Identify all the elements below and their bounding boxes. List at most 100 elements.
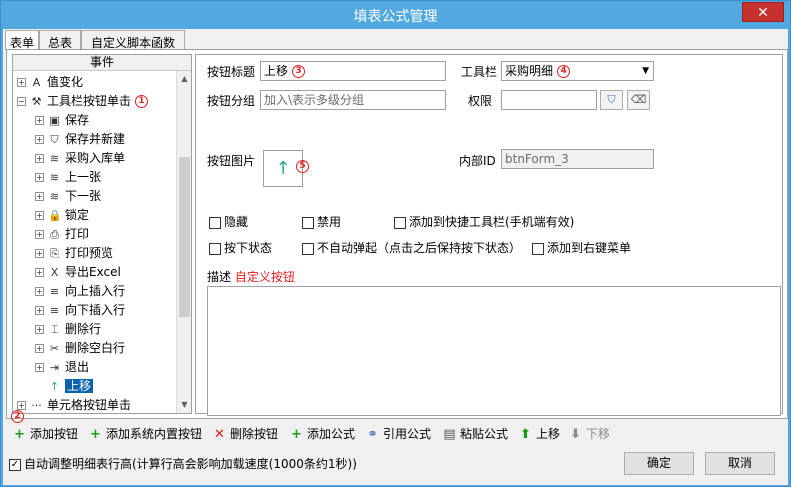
scroll-thumb[interactable] xyxy=(179,157,190,317)
eraser-icon: ⌫ xyxy=(630,93,647,106)
checkbox-box[interactable] xyxy=(209,216,221,229)
tree-item[interactable]: + ≋ 下一张 xyxy=(35,187,101,206)
plus-icon: + xyxy=(90,427,101,442)
hide-checkbox[interactable]: 隐藏 xyxy=(209,213,248,230)
expander-icon[interactable]: + xyxy=(35,230,44,239)
expander-icon[interactable]: + xyxy=(35,306,44,315)
toolbar-button[interactable]: ⬇ 下移 xyxy=(569,425,610,442)
chevron-down-icon[interactable]: ▼ xyxy=(642,62,649,80)
marker-1: 1 xyxy=(135,95,149,108)
title-bar[interactable]: 填表公式管理 ✕ xyxy=(1,1,790,29)
tree-item[interactable]: + ▣ 保存 xyxy=(35,111,89,130)
toolbar-button-label: 添加系统内置按钮 xyxy=(106,427,203,441)
tree-item[interactable]: − ⚒ 工具栏按钮单击 1 xyxy=(17,92,149,111)
toolbar-button[interactable]: ⬆ 上移 xyxy=(519,425,560,442)
checkbox-box[interactable] xyxy=(532,242,544,255)
context-menu-checkbox[interactable]: 添加到右键菜单 xyxy=(532,239,631,256)
checkbox-box[interactable] xyxy=(209,242,221,255)
expander-icon[interactable]: + xyxy=(35,268,44,277)
toolbar-button-label: 下移 xyxy=(586,427,611,441)
ok-button[interactable]: 确定 xyxy=(624,452,694,475)
cancel-button[interactable]: 取消 xyxy=(705,452,775,475)
scroll-up-arrow-icon[interactable]: ▲ xyxy=(177,71,191,87)
tree-item[interactable]: + ⎘ 打印预览 xyxy=(35,244,113,263)
tab-summary[interactable]: 总表 xyxy=(39,30,81,50)
tree-item-label: 上移 xyxy=(65,379,94,393)
scroll-down-arrow-icon[interactable]: ▼ xyxy=(177,397,191,413)
expander-icon[interactable]: + xyxy=(17,401,26,410)
button-title-input[interactable]: 上移 3 xyxy=(260,61,446,81)
expander-icon[interactable]: + xyxy=(35,192,44,201)
expander-icon[interactable]: + xyxy=(35,249,44,258)
plus-icon: + xyxy=(291,427,302,442)
expander-icon[interactable]: + xyxy=(17,78,26,87)
tree-item[interactable]: + ⛉ 保存并新建 xyxy=(35,130,125,149)
toolbar-button[interactable]: + 添加按钮 xyxy=(13,425,78,442)
tree-item[interactable]: + ≋ 采购入库单 xyxy=(35,149,125,168)
expander-icon[interactable]: + xyxy=(35,135,44,144)
button-title-label: 按钮标题 xyxy=(207,65,256,79)
expander-icon[interactable]: + xyxy=(35,363,44,372)
tree-item-label: 保存 xyxy=(65,113,90,127)
tree-item[interactable]: + ⎙ 打印 xyxy=(35,225,89,244)
tree-item[interactable]: + A 值变化 xyxy=(17,73,83,92)
tree-item[interactable]: + ✂ 删除空白行 xyxy=(35,339,125,358)
tree-item-label: 向下插入行 xyxy=(65,303,126,317)
toolbar-button[interactable]: + 添加系统内置按钮 xyxy=(89,425,202,442)
tree-item[interactable]: + ≡ 向上插入行 xyxy=(35,282,125,301)
insert-row-down-icon: ≡ xyxy=(49,304,60,317)
shield-button[interactable]: ⛉ xyxy=(600,90,623,110)
expander-icon[interactable]: + xyxy=(35,116,44,125)
expander-icon[interactable]: + xyxy=(35,325,44,334)
expander-icon[interactable]: + xyxy=(35,211,44,220)
expander-icon[interactable]: + xyxy=(35,173,44,182)
permission-label: 权限 xyxy=(468,94,493,108)
event-tree: 事件 + A 值变化 − ⚒ 工具栏按钮单击 1 + ▣ 保存 + ⛉ 保存并新建 + ≋ 采购入库单 + ≋ 上一… xyxy=(12,54,192,414)
tree-item-label: 删除空白行 xyxy=(65,341,126,355)
auto-row-height-checkbox[interactable]: ✓ 自动调整明细表行高(计算行高会影响加载速度(1000条约1秒)) xyxy=(9,455,357,472)
tree-item[interactable]: + ≡ 向下插入行 xyxy=(35,301,125,320)
checkbox-box[interactable] xyxy=(302,242,314,255)
scissors-icon: ✂ xyxy=(49,342,60,355)
toolbar-button[interactable]: ✕ 删除按钮 xyxy=(213,425,278,442)
group-input[interactable]: 加入\表示多级分组 xyxy=(260,90,446,110)
expander-icon[interactable]: + xyxy=(35,154,44,163)
arrow-up-icon: ↑ xyxy=(275,158,291,179)
tree-item[interactable]: + ≋ 上一张 xyxy=(35,168,101,187)
toolbar-button[interactable]: ▤ 粘贴公式 xyxy=(443,425,508,442)
permission-input[interactable] xyxy=(501,90,597,110)
toolbar-button-label: 引用公式 xyxy=(383,427,432,441)
expander-icon[interactable] xyxy=(35,382,44,391)
description-label: 描述 自定义按钮 xyxy=(207,270,295,284)
expander-icon[interactable]: − xyxy=(17,97,26,106)
tree-item[interactable]: + X 导出Excel xyxy=(35,263,121,282)
checkbox-box[interactable] xyxy=(302,216,314,229)
expander-icon[interactable]: + xyxy=(35,344,44,353)
tree-item[interactable]: + ··· 单元格按钮单击 xyxy=(17,396,131,413)
toolbar-button[interactable]: ⚭ 引用公式 xyxy=(366,425,431,442)
description-textarea[interactable] xyxy=(207,286,781,416)
tree-scrollbar[interactable]: ▲ ▼ xyxy=(176,71,191,413)
toolbar-select[interactable]: 采购明细 4 ▼ xyxy=(501,61,654,81)
tree-item[interactable]: + ⌶ 删除行 xyxy=(35,320,101,339)
tree-item[interactable]: ↑ 上移 xyxy=(35,377,94,396)
pressed-state-checkbox[interactable]: 按下状态 xyxy=(209,239,272,256)
tree-item[interactable]: + 🔒 锁定 xyxy=(35,206,89,225)
tab-form[interactable]: 表单 xyxy=(5,30,39,50)
delete-x-icon: ✕ xyxy=(214,427,225,442)
close-button[interactable]: ✕ xyxy=(742,2,784,22)
tree-item-label: 上一张 xyxy=(65,170,102,184)
check-icon[interactable]: ✓ xyxy=(9,458,21,471)
tab-custom-script[interactable]: 自定义脚本函数 xyxy=(81,30,185,50)
tree-item-label: 删除行 xyxy=(65,322,102,336)
print-preview-icon: ⎘ xyxy=(50,247,59,260)
disable-checkbox[interactable]: 禁用 xyxy=(302,213,341,230)
no-auto-release-checkbox[interactable]: 不自动弹起（点击之后保持按下状态） xyxy=(302,239,521,256)
toolbar-button[interactable]: + 添加公式 xyxy=(290,425,355,442)
quick-toolbar-checkbox[interactable]: 添加到快捷工具栏(手机端有效) xyxy=(394,213,574,230)
checkbox-box[interactable] xyxy=(394,216,406,229)
tree-item-label: 锁定 xyxy=(65,208,90,222)
clear-button[interactable]: ⌫ xyxy=(627,90,650,110)
tree-item[interactable]: + ⇥ 退出 xyxy=(35,358,89,377)
expander-icon[interactable]: + xyxy=(35,287,44,296)
